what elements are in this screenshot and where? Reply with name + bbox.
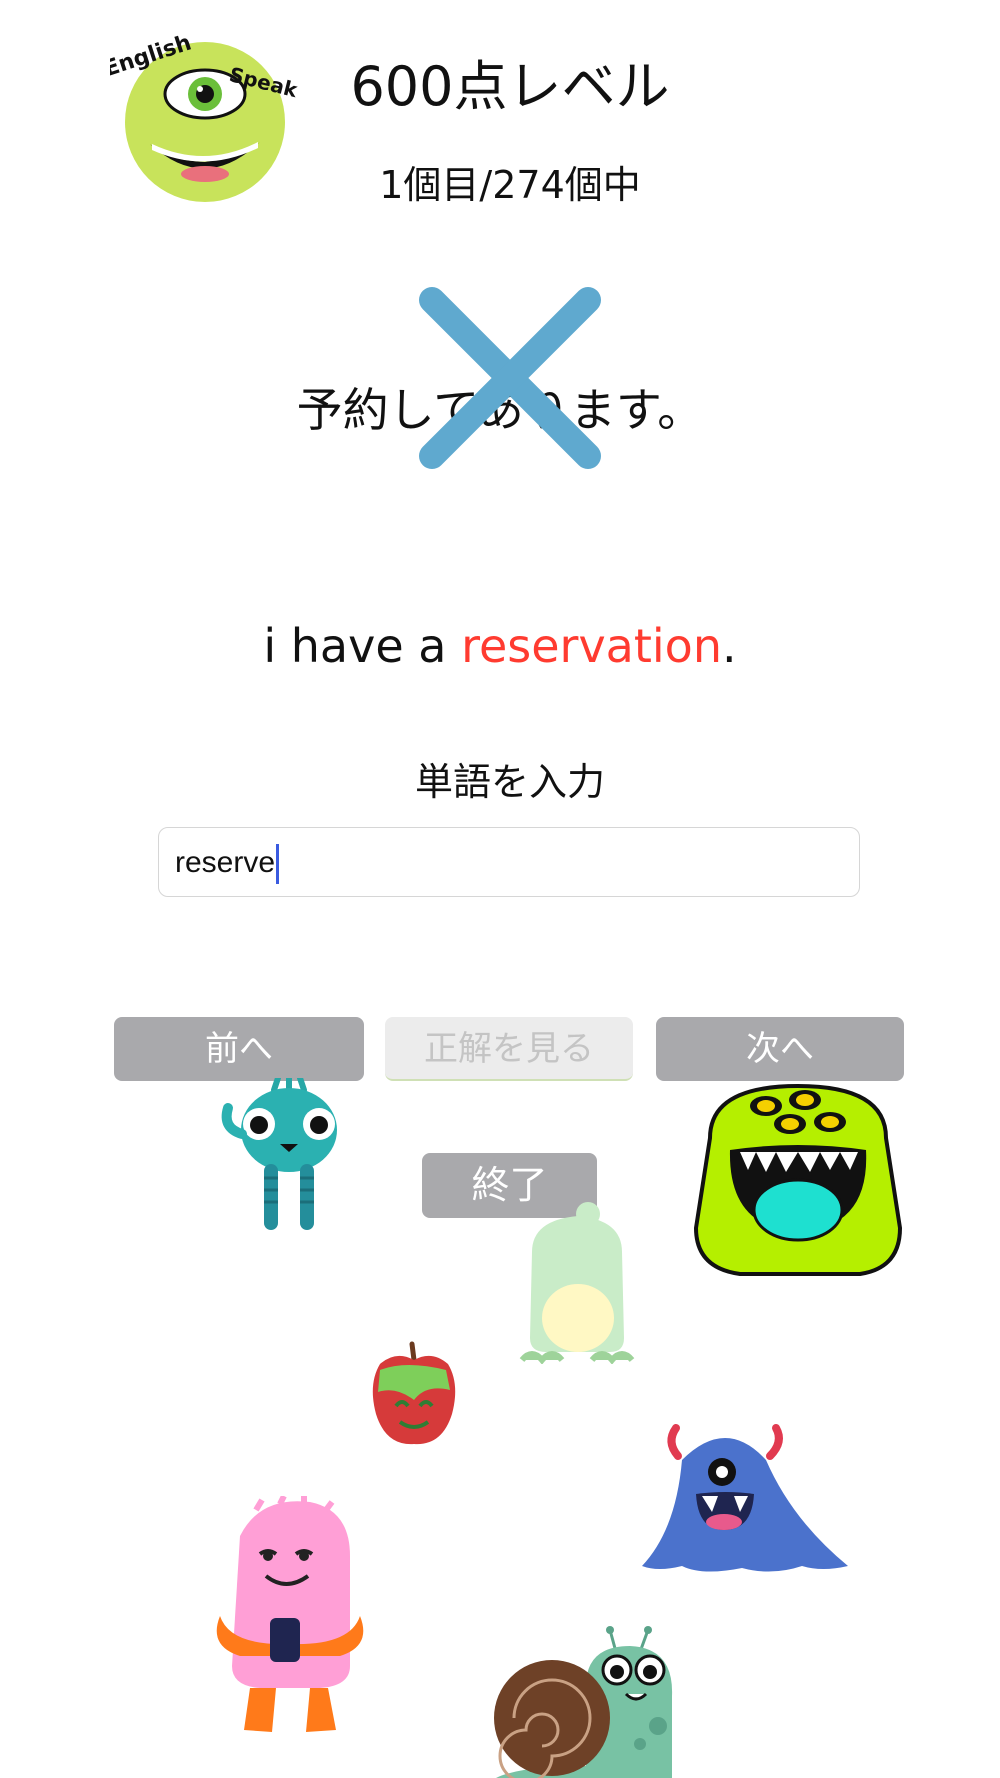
poison-apple-icon — [372, 1341, 456, 1445]
teal-monster-icon — [221, 1078, 337, 1230]
answer-input[interactable]: reserve — [158, 827, 860, 897]
snail-icon — [494, 1626, 673, 1778]
question-counter: 1個目/274個中 — [379, 163, 641, 207]
pink-monster-icon — [216, 1496, 364, 1732]
lime-monster-icon — [693, 1083, 903, 1276]
answer-input-text: reserve — [175, 846, 276, 879]
frog-icon — [519, 1202, 635, 1364]
next-button[interactable]: 次へ — [656, 1017, 904, 1081]
x-icon — [419, 287, 601, 469]
text-caret — [276, 844, 280, 885]
english-sentence: i have a reservation. — [60, 614, 940, 678]
blue-monster-icon — [642, 1424, 848, 1572]
sentence-prefix: i have a — [263, 619, 462, 673]
prev-button[interactable]: 前へ — [114, 1017, 364, 1081]
answer-input-value: reserve — [175, 828, 280, 898]
level-title: 600点レベル — [350, 55, 670, 118]
sentence-suffix: . — [721, 619, 737, 673]
answer-word: reservation — [461, 619, 722, 673]
show-answer-button[interactable]: 正解を見る — [385, 1017, 633, 1081]
app-logo: English Speak — [110, 30, 300, 202]
input-label: 単語を入力 — [414, 760, 605, 804]
